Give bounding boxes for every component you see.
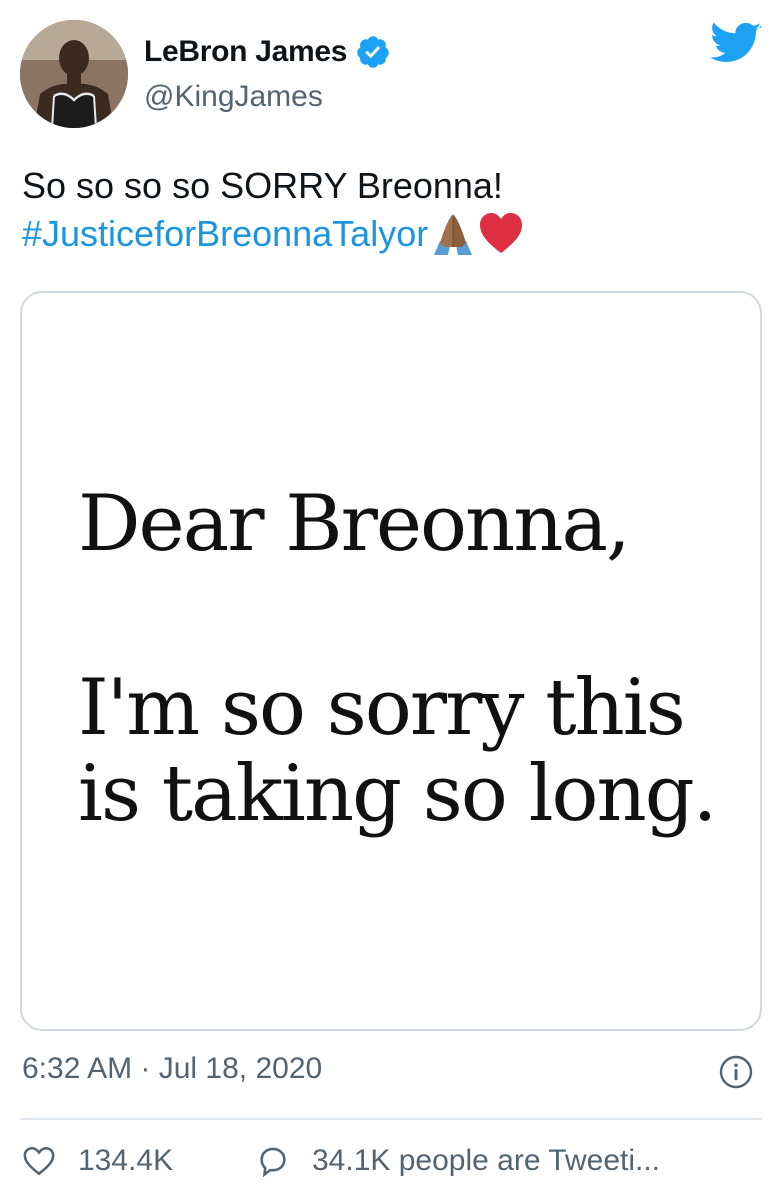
info-icon[interactable] [718, 1054, 754, 1090]
like-count: 134.4K [78, 1144, 174, 1177]
avatar[interactable] [20, 20, 128, 128]
tweet-timestamp[interactable]: 6:32 AM · Jul 18, 2020 [22, 1052, 322, 1086]
media-image[interactable]: Dear Breonna, I'm so sorry this is takin… [20, 291, 762, 1031]
folded-hands-emoji-icon [430, 211, 476, 257]
display-name[interactable]: LeBron James [144, 35, 347, 69]
name-row: LeBron James [144, 30, 391, 74]
like-button[interactable]: 134.4K [22, 1144, 173, 1178]
heart-icon [23, 1146, 55, 1176]
twitter-bird-icon[interactable] [710, 22, 762, 66]
divider [20, 1118, 762, 1120]
media-text-line: I'm so sorry this [78, 663, 686, 753]
hashtag-link[interactable]: #JusticeforBreonnaTalyor [22, 210, 428, 258]
profile-photo-icon [20, 20, 128, 128]
tweet-card: LeBron James @KingJames So so so so SORR… [0, 0, 782, 1200]
media-text-line: Dear Breonna, [78, 479, 631, 569]
author-info[interactable]: LeBron James @KingJames [144, 30, 391, 114]
hashtag-line: #JusticeforBreonnaTalyor [22, 210, 762, 258]
tweet-text-line: So so so so SORRY Breonna! [22, 165, 503, 206]
people-tweeting-button[interactable]: 34.1K people are Tweeti... [256, 1144, 660, 1178]
handle[interactable]: @KingJames [144, 80, 391, 114]
verified-badge-icon [355, 34, 391, 70]
red-heart-emoji-icon [478, 211, 524, 257]
tweet-text: So so so so SORRY Breonna! #JusticeforBr… [22, 162, 762, 258]
people-tweeting-label: 34.1K people are Tweeti... [312, 1144, 661, 1177]
speech-bubble-icon [260, 1147, 286, 1178]
media-text-line: is taking so long. [78, 749, 717, 839]
